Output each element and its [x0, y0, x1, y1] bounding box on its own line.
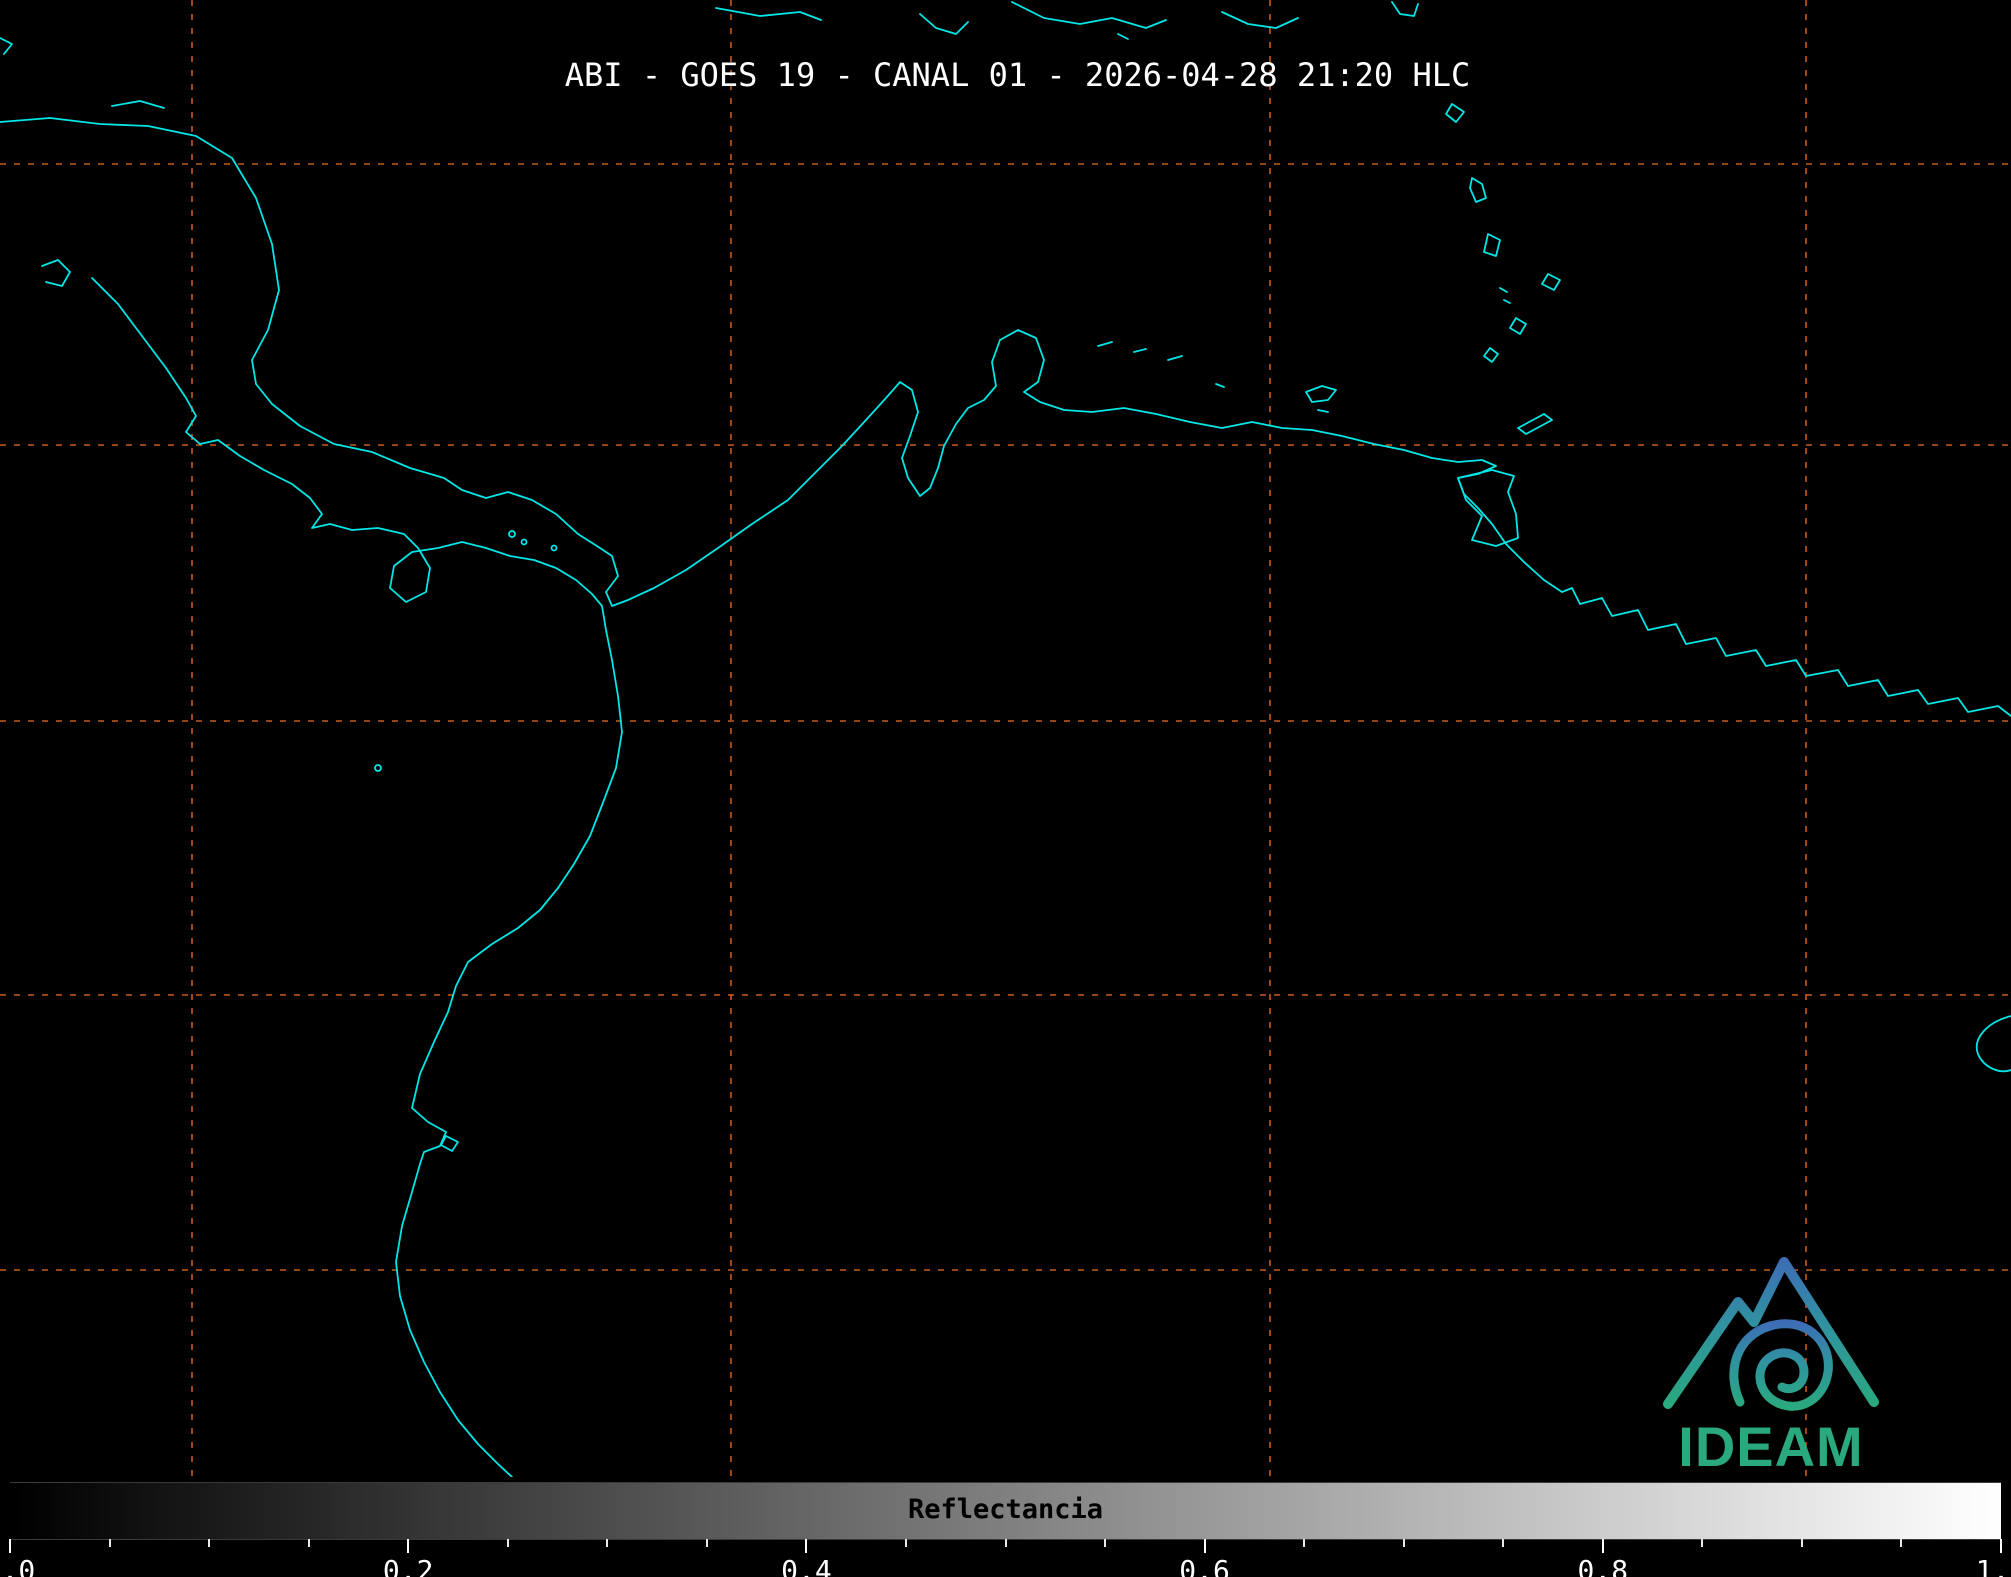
- ideam-logo: IDEAM: [1652, 1244, 1892, 1484]
- coastline-fragment: [1392, 2, 1418, 16]
- colorbar-tick-label: 0.6: [1179, 1554, 1230, 1577]
- island-outline: [1216, 384, 1224, 387]
- colorbar-label: Reflectancia: [908, 1494, 1103, 1525]
- hurricane-spiral-icon: [1734, 1324, 1829, 1407]
- colorbar: Reflectancia 0.0 0.2 0.4 0.6 0.8 1.0: [10, 1482, 2001, 1577]
- colorbar-tick-label: 0.8: [1578, 1554, 1629, 1577]
- coastline-fragment: [920, 14, 968, 34]
- island-outline: [1470, 178, 1486, 202]
- colorbar-minor-tick: [1005, 1539, 1007, 1547]
- satellite-image-viewer: ABI - GOES 19 - CANAL 01 - 2026-04-28 21…: [0, 0, 2011, 1577]
- colorbar-tick: [407, 1539, 409, 1553]
- colorbar-minor-tick: [1900, 1539, 1902, 1547]
- colorbar-minor-tick: [606, 1539, 608, 1547]
- island-outline: [1518, 414, 1552, 434]
- colorbar-tick: [2000, 1539, 2002, 1553]
- island-outline: [1168, 356, 1182, 360]
- colorbar-minor-tick: [1104, 1539, 1106, 1547]
- island-outline: [1458, 470, 1518, 546]
- colorbar-tick-label: 0.2: [383, 1554, 434, 1577]
- colorbar-minor-tick: [706, 1539, 708, 1547]
- island-outline: [509, 531, 515, 537]
- colorbar-tick-label: 0.0: [0, 1554, 35, 1577]
- colorbar-tick-label: 1.0: [1976, 1554, 2011, 1577]
- island-outline: [1484, 234, 1500, 256]
- island-outline: [1484, 348, 1498, 362]
- colorbar-tick: [805, 1539, 807, 1553]
- colorbar-tick: [9, 1539, 11, 1553]
- colorbar-minor-tick: [1502, 1539, 1504, 1547]
- coastline-caribbean: [0, 118, 2011, 716]
- coastline-fragment: [42, 260, 70, 286]
- colorbar-minor-tick: [1403, 1539, 1405, 1547]
- colorbar-minor-tick: [1701, 1539, 1703, 1547]
- image-title: ABI - GOES 19 - CANAL 01 - 2026-04-28 21…: [12, 56, 2011, 94]
- colorbar-minor-tick: [1303, 1539, 1305, 1547]
- island-outline: [1504, 300, 1510, 303]
- coastline-pacific: [92, 278, 622, 1477]
- ideam-logo-text: IDEAM: [1678, 1415, 1863, 1478]
- island-outline: [1098, 342, 1112, 346]
- colorbar-minor-tick: [109, 1539, 111, 1547]
- island-outline: [522, 540, 527, 545]
- island-outline: [1542, 274, 1560, 290]
- island-outline: [1306, 386, 1336, 402]
- island-outline: [1510, 318, 1526, 334]
- island-outline: [375, 765, 381, 771]
- island-outline: [1134, 349, 1146, 352]
- mountain-icon: [1668, 1262, 1874, 1404]
- island-outline: [1446, 104, 1464, 122]
- colorbar-minor-tick: [308, 1539, 310, 1547]
- ideam-logo-graphic: IDEAM: [1652, 1244, 1892, 1484]
- coastline-fragment: [1012, 2, 1166, 28]
- colorbar-minor-tick: [208, 1539, 210, 1547]
- colorbar-minor-tick: [1801, 1539, 1803, 1547]
- colorbar-minor-tick: [905, 1539, 907, 1547]
- colorbar-tick-label: 0.4: [781, 1554, 832, 1577]
- island-outline: [552, 546, 557, 551]
- colorbar-tick: [1204, 1539, 1206, 1553]
- colorbar-minor-tick: [507, 1539, 509, 1547]
- island-outline: [1318, 410, 1328, 412]
- island-outline: [1500, 288, 1507, 292]
- coastline-fragment: [0, 38, 12, 54]
- coastline-fragment: [1222, 12, 1298, 28]
- island-outline: [112, 101, 164, 108]
- colorbar-tick: [1602, 1539, 1604, 1553]
- coastline-fragment: [1977, 1016, 2011, 1071]
- island-outline: [1118, 34, 1128, 39]
